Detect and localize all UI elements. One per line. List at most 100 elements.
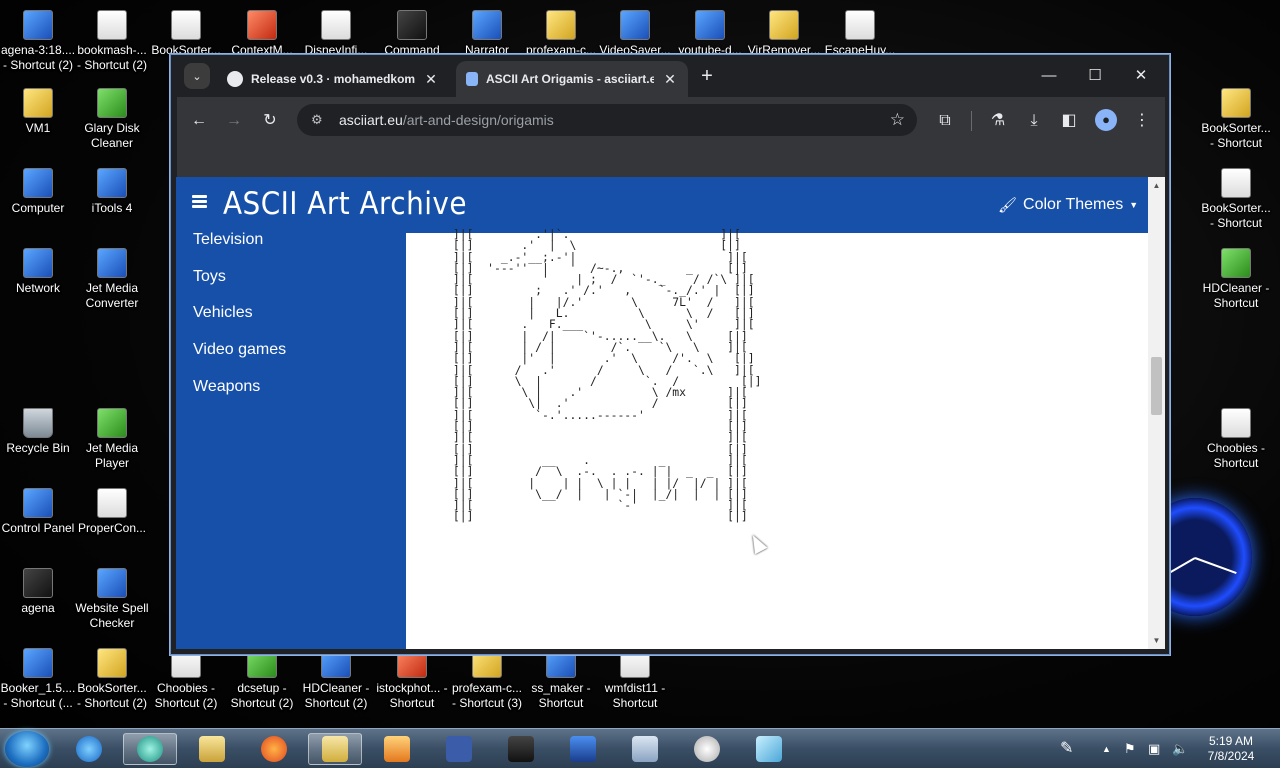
desktop-icon-label: ss_maker - Shortcut (531, 681, 591, 710)
desktop-icon[interactable]: BookSorter... - Shortcut (1198, 88, 1274, 151)
desktop-icon-label: Computer (11, 201, 65, 215)
reload-icon: ↻ (263, 112, 277, 129)
close-icon[interactable]: ✕ (662, 71, 678, 88)
shortcut-icon (695, 10, 725, 40)
desktop-icon[interactable]: VM1 (0, 88, 76, 136)
tab-release[interactable]: Release v0.3 · mohamedkomal ✕ (217, 61, 449, 97)
desktop-icon[interactable]: dcsetup - Shortcut (2) (224, 648, 300, 711)
close-icon[interactable]: ✕ (423, 71, 439, 88)
taskbar-firefox[interactable] (247, 733, 301, 765)
site-title[interactable]: ASCII Art Archive (223, 186, 467, 222)
star-icon[interactable]: ☆ (890, 110, 905, 130)
taskbar-ie[interactable] (62, 733, 116, 765)
sidebar-item-toys[interactable]: Toys (193, 268, 226, 286)
page-scrollbar[interactable]: ▲ ▼ (1148, 177, 1165, 649)
desktop-icon[interactable]: profexam-c... (523, 10, 599, 58)
shortcut-icon (23, 648, 53, 678)
hamburger-menu-icon[interactable] (192, 195, 207, 209)
sidebar-item-weapons[interactable]: Weapons (193, 378, 260, 396)
desktop-icon[interactable]: ProperCon... (74, 488, 150, 536)
desktop-icon[interactable]: iTools 4 (74, 168, 150, 216)
desktop-icon[interactable]: agena (0, 568, 76, 616)
desktop-icon[interactable]: HDCleaner - Shortcut (2) (298, 648, 374, 711)
forward-button[interactable]: → (223, 110, 245, 132)
desktop-icon[interactable]: Recycle Bin (0, 408, 76, 456)
taskbar-app-active[interactable] (123, 733, 177, 765)
desktop-icon[interactable]: Jet Media Player (74, 408, 150, 471)
desktop-icon[interactable]: profexam-c... - Shortcut (3) (449, 648, 525, 711)
site-info-icon[interactable]: ⚙ (311, 112, 329, 128)
desktop-icon[interactable]: istockphot... - Shortcut (374, 648, 450, 711)
download-icon[interactable]: ⤓ (1022, 109, 1046, 133)
taskbar-facebook[interactable] (432, 733, 486, 765)
shortcut-icon (247, 10, 277, 40)
desktop-icon[interactable]: Website Spell Checker (74, 568, 150, 631)
desktop-icon[interactable]: DisneyInfi... (298, 10, 374, 58)
desktop-icon[interactable]: Network (0, 248, 76, 296)
side-panel-icon[interactable]: ◧ (1057, 109, 1081, 133)
tab-title: ASCII Art Origamis - asciiart.eu (486, 72, 654, 86)
network-icon[interactable]: ▣ (1148, 741, 1160, 757)
desktop-icon[interactable]: Choobies - Shortcut (2) (148, 648, 224, 711)
desktop-icon[interactable]: agena-3:18.... - Shortcut (2) (0, 10, 76, 73)
volume-muted-icon[interactable]: 🔈 (1172, 741, 1188, 757)
flag-icon[interactable]: ⚑ (1124, 741, 1136, 757)
desktop-icon[interactable]: ContextM... (224, 10, 300, 58)
desktop-icon[interactable]: Booker_1.5.... - Shortcut (... (0, 648, 76, 711)
desktop-icon-label: dcsetup - Shortcut (2) (230, 681, 294, 710)
maximize-button[interactable]: ☐ (1072, 63, 1118, 89)
desktop-icon[interactable]: Jet Media Converter (74, 248, 150, 311)
desktop-icon[interactable]: youtube-d... (672, 10, 748, 58)
sidebar-item-vehicles[interactable]: Vehicles (193, 304, 253, 322)
desktop-icon[interactable]: HDCleaner - Shortcut (1198, 248, 1274, 311)
sidebar-item-video-games[interactable]: Video games (193, 341, 286, 359)
menu-kebab-icon[interactable]: ⋮ (1130, 109, 1154, 133)
sidebar-item-television[interactable]: Television (193, 231, 263, 249)
new-tab-button[interactable]: + (696, 65, 718, 88)
labs-flask-icon[interactable]: ⚗ (986, 109, 1010, 133)
desktop-icon[interactable]: ss_maker - Shortcut (523, 648, 599, 711)
desktop-icon[interactable]: EscapeHuy... (822, 10, 898, 58)
taskbar-explorer[interactable] (185, 733, 239, 765)
taskbar-propercon[interactable] (680, 733, 734, 765)
scroll-down-icon[interactable]: ▼ (1148, 636, 1165, 645)
profile-icon[interactable]: ● (1095, 109, 1117, 131)
taskbar-tools[interactable] (556, 733, 610, 765)
desktop-icon[interactable]: Command (374, 10, 450, 58)
desktop-icon[interactable]: Glary Disk Cleaner (74, 88, 150, 151)
show-hidden-icons[interactable]: ▲ (1102, 744, 1111, 754)
desktop-icon-label: profexam-c... - Shortcut (3) (451, 681, 523, 710)
desktop-icon[interactable]: BookSorter... - Shortcut (1198, 168, 1274, 231)
desktop-icon[interactable]: Choobies - Shortcut (1198, 408, 1274, 471)
desktop-icon[interactable]: bookmash-... - Shortcut (2) (74, 10, 150, 73)
scroll-up-icon[interactable]: ▲ (1148, 181, 1165, 190)
desktop-icon[interactable]: VirRemover... (746, 10, 822, 58)
taskbar-notepad[interactable] (742, 733, 796, 765)
desktop-icon[interactable]: wmfdist11 - Shortcut (597, 648, 673, 711)
extensions-icon[interactable]: ⧉ (933, 109, 957, 133)
taskbar-clock[interactable]: 5:19 AM 7/8/2024 (1196, 734, 1266, 764)
scrollbar-thumb[interactable] (1151, 357, 1162, 415)
desktop-icon[interactable]: VideoSaver... (597, 10, 673, 58)
start-button[interactable] (5, 731, 49, 767)
desktop-icon[interactable]: Narrator (449, 10, 525, 58)
tab-ascii-art[interactable]: ASCII Art Origamis - asciiart.eu ✕ (456, 61, 688, 97)
taskbar-media[interactable] (370, 733, 424, 765)
desktop-icon[interactable]: Control Panel (0, 488, 76, 536)
address-bar[interactable]: ⚙ asciiart.eu/art-and-design/origamis ☆ (297, 104, 917, 136)
taskbar-calculator[interactable] (618, 733, 672, 765)
close-window-button[interactable]: ✕ (1118, 63, 1164, 89)
minimize-button[interactable]: — (1026, 63, 1072, 89)
back-button[interactable]: ← (188, 110, 210, 132)
desktop-icon-label: Glary Disk Cleaner (84, 121, 140, 150)
page-viewport: ASCII Art Archive 🖌 Color Themes ▼ Telev… (176, 177, 1148, 649)
taskbar-agena[interactable] (494, 733, 548, 765)
taskbar-files[interactable] (308, 733, 362, 765)
color-themes-dropdown[interactable]: 🖌 Color Themes ▼ (998, 196, 1138, 214)
tab-search-button[interactable]: ⌄ (184, 63, 210, 89)
reload-button[interactable]: ↻ (259, 110, 281, 132)
toolbar-separator (971, 111, 972, 131)
desktop-icon[interactable]: Computer (0, 168, 76, 216)
pen-icon[interactable]: ✎ (1060, 738, 1073, 758)
desktop-icon[interactable]: BookSorter... - Shortcut (2) (74, 648, 150, 711)
